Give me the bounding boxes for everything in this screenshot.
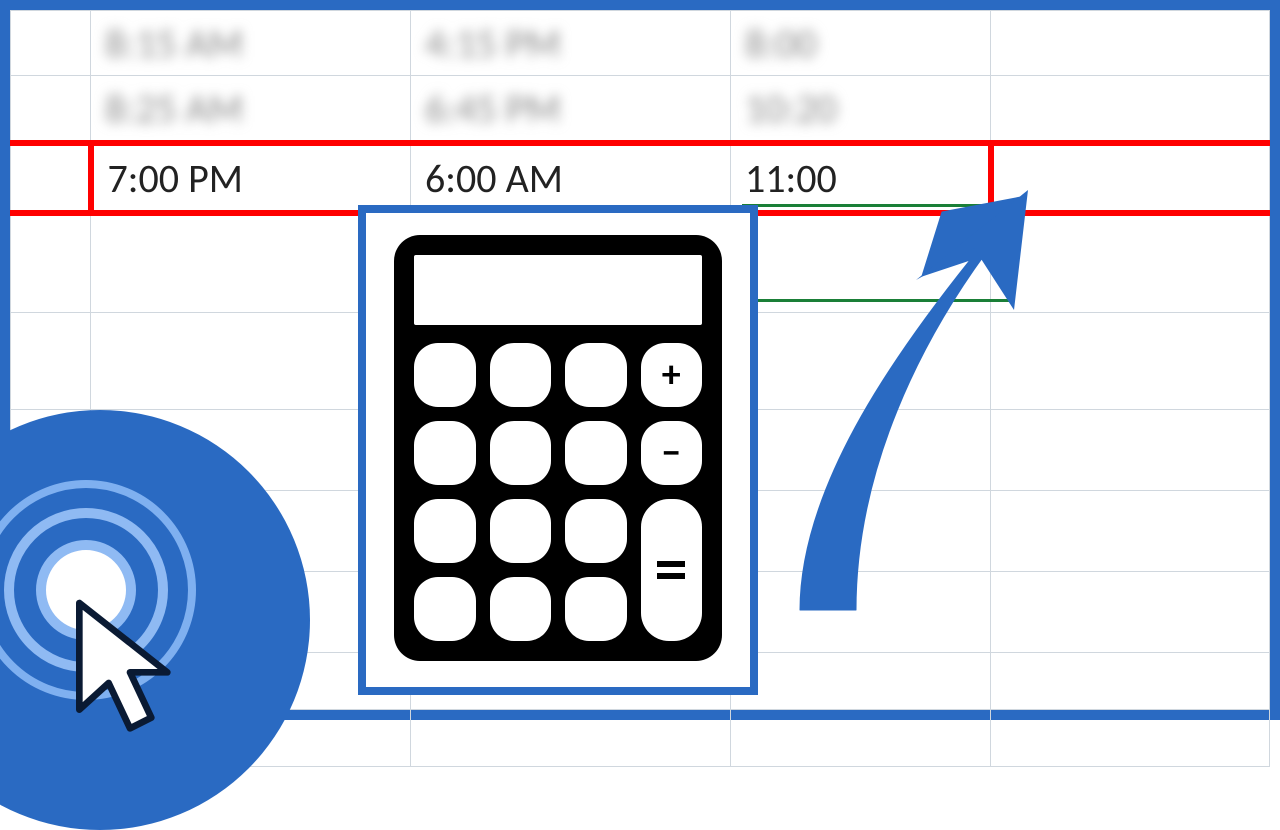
calc-key-minus: − — [641, 421, 703, 485]
cell-empty — [991, 11, 1270, 76]
calc-key — [414, 577, 476, 641]
row-gutter — [11, 11, 91, 76]
calc-key — [490, 577, 552, 641]
cell-end-time: 6:00 AM — [411, 143, 731, 213]
cell-start-time: 7:00 PM — [91, 143, 411, 213]
cursor-icon — [60, 595, 200, 755]
cell-duration: 8:00 — [731, 11, 991, 76]
calc-key — [490, 421, 552, 485]
calculator-card: + − — [358, 205, 758, 695]
cell-empty — [991, 76, 1270, 144]
highlighted-row: 7:00 PM 6:00 AM 11:00 — [11, 143, 1270, 213]
row-gutter — [11, 76, 91, 144]
cell-empty — [991, 143, 1270, 213]
calc-key-equals — [641, 499, 703, 641]
blurred-row: 8:15 AM 4:15 PM 8:00 — [11, 11, 1270, 76]
calc-key — [565, 577, 627, 641]
calc-key — [414, 343, 476, 407]
cell-end-time: 6:45 PM — [411, 76, 731, 144]
cell-start-time: 8:15 AM — [91, 11, 411, 76]
calc-key — [414, 421, 476, 485]
calc-key — [565, 499, 627, 563]
calc-key — [565, 343, 627, 407]
calculator-display — [414, 255, 702, 325]
blurred-row: 8:25 AM 6:45 PM 10:20 — [11, 76, 1270, 144]
row-gutter — [11, 143, 91, 213]
calculator-keypad: + − — [414, 343, 702, 641]
cell-duration: 10:20 — [731, 76, 991, 144]
calc-key — [490, 499, 552, 563]
cell-end-time: 4:15 PM — [411, 11, 731, 76]
cell-duration: 11:00 — [731, 143, 991, 213]
cell-start-time: 8:25 AM — [91, 76, 411, 144]
calc-key-plus: + — [641, 343, 703, 407]
calc-key — [414, 499, 476, 563]
calc-key — [565, 421, 627, 485]
calculator-icon: + − — [394, 235, 722, 661]
calc-key — [490, 343, 552, 407]
